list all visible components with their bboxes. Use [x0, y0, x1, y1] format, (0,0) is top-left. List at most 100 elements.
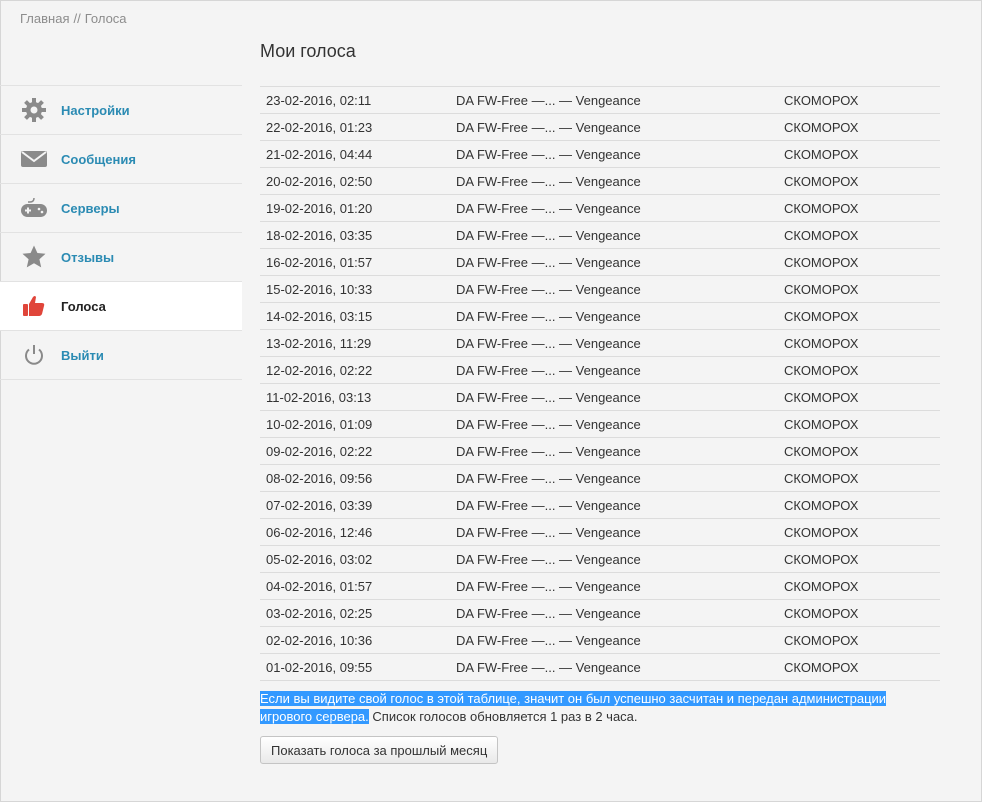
- table-row: 07-02-2016, 03:39 DA FW-Free —... — Venge…: [260, 491, 940, 519]
- vote-server: DA FW-Free —... — Vengeance: [450, 221, 778, 249]
- votes-table: 23-02-2016, 02:11 DA FW-Free —... — Venge…: [260, 86, 940, 681]
- info-note: Если вы видите свой голос в этой таблице…: [260, 690, 920, 726]
- vote-date: 15-02-2016, 10:33: [260, 275, 450, 303]
- show-previous-month-button[interactable]: Показать голоса за прошлый месяц: [260, 736, 499, 764]
- sidebar-item-label: Отзывы: [61, 249, 115, 265]
- vote-user: СКОМОРОХ: [778, 491, 940, 519]
- vote-date: 06-02-2016, 12:46: [260, 518, 450, 546]
- table-row: 09-02-2016, 02:22 DA FW-Free —... — Venge…: [260, 437, 940, 465]
- vote-user: СКОМОРОХ: [778, 464, 940, 492]
- vote-server: DA FW-Free —... — Vengeance: [450, 356, 778, 384]
- sidebar-item-settings[interactable]: Настройки: [0, 86, 242, 135]
- table-row: 01-02-2016, 09:55 DA FW-Free —... — Venge…: [260, 653, 940, 681]
- sidebar-item-label: Серверы: [61, 200, 120, 216]
- vote-user: СКОМОРОХ: [778, 410, 940, 438]
- table-row: 23-02-2016, 02:11 DA FW-Free —... — Venge…: [260, 86, 940, 114]
- vote-server: DA FW-Free —... — Vengeance: [450, 491, 778, 519]
- breadcrumb: Главная //Голоса: [20, 11, 127, 26]
- vote-user: СКОМОРОХ: [778, 599, 940, 627]
- vote-user: СКОМОРОХ: [778, 167, 940, 195]
- vote-user: СКОМОРОХ: [778, 518, 940, 546]
- vote-user: СКОМОРОХ: [778, 356, 940, 384]
- gamepad-icon: [20, 194, 48, 222]
- sidebar-item-messages[interactable]: Сообщения: [0, 135, 242, 184]
- vote-server: DA FW-Free —... — Vengeance: [450, 599, 778, 627]
- table-row: 19-02-2016, 01:20 DA FW-Free —... — Venge…: [260, 194, 940, 222]
- table-row: 06-02-2016, 12:46 DA FW-Free —... — Venge…: [260, 518, 940, 546]
- breadcrumb-home[interactable]: Главная: [20, 11, 69, 26]
- vote-date: 23-02-2016, 02:11: [260, 86, 450, 114]
- table-row: 04-02-2016, 01:57 DA FW-Free —... — Venge…: [260, 572, 940, 600]
- vote-user: СКОМОРОХ: [778, 653, 940, 681]
- table-row: 14-02-2016, 03:15 DA FW-Free —... — Venge…: [260, 302, 940, 330]
- vote-server: DA FW-Free —... — Vengeance: [450, 329, 778, 357]
- vote-date: 22-02-2016, 01:23: [260, 113, 450, 141]
- vote-date: 04-02-2016, 01:57: [260, 572, 450, 600]
- vote-user: СКОМОРОХ: [778, 140, 940, 168]
- vote-server: DA FW-Free —... — Vengeance: [450, 464, 778, 492]
- power-icon: [20, 341, 48, 369]
- vote-server: DA FW-Free —... — Vengeance: [450, 383, 778, 411]
- vote-date: 18-02-2016, 03:35: [260, 221, 450, 249]
- vote-date: 20-02-2016, 02:50: [260, 167, 450, 195]
- sidebar: Настройки Сообщения Серверы Отзывы Голос…: [0, 85, 242, 380]
- sidebar-item-reviews[interactable]: Отзывы: [0, 233, 242, 282]
- star-icon: [20, 243, 48, 271]
- vote-server: DA FW-Free —... — Vengeance: [450, 140, 778, 168]
- thumbs-up-icon: [20, 292, 48, 320]
- table-row: 05-02-2016, 03:02 DA FW-Free —... — Venge…: [260, 545, 940, 573]
- sidebar-item-label: Выйти: [61, 347, 104, 363]
- sidebar-item-label: Настройки: [61, 102, 130, 118]
- vote-user: СКОМОРОХ: [778, 86, 940, 114]
- vote-date: 13-02-2016, 11:29: [260, 329, 450, 357]
- vote-user: СКОМОРОХ: [778, 302, 940, 330]
- vote-user: СКОМОРОХ: [778, 626, 940, 654]
- vote-user: СКОМОРОХ: [778, 572, 940, 600]
- vote-date: 14-02-2016, 03:15: [260, 302, 450, 330]
- vote-user: СКОМОРОХ: [778, 437, 940, 465]
- vote-server: DA FW-Free —... — Vengeance: [450, 194, 778, 222]
- vote-server: DA FW-Free —... — Vengeance: [450, 437, 778, 465]
- vote-server: DA FW-Free —... — Vengeance: [450, 86, 778, 114]
- sidebar-item-logout[interactable]: Выйти: [0, 331, 242, 380]
- vote-date: 08-02-2016, 09:56: [260, 464, 450, 492]
- vote-date: 12-02-2016, 02:22: [260, 356, 450, 384]
- table-row: 15-02-2016, 10:33 DA FW-Free —... — Venge…: [260, 275, 940, 303]
- sidebar-item-servers[interactable]: Серверы: [0, 184, 242, 233]
- vote-date: 07-02-2016, 03:39: [260, 491, 450, 519]
- vote-server: DA FW-Free —... — Vengeance: [450, 518, 778, 546]
- table-row: 20-02-2016, 02:50 DA FW-Free —... — Venge…: [260, 167, 940, 195]
- vote-date: 21-02-2016, 04:44: [260, 140, 450, 168]
- sidebar-item-votes[interactable]: Голоса: [0, 282, 242, 331]
- vote-server: DA FW-Free —... — Vengeance: [450, 545, 778, 573]
- page-title: Мои голоса: [260, 41, 356, 61]
- vote-server: DA FW-Free —... — Vengeance: [450, 626, 778, 654]
- table-row: 21-02-2016, 04:44 DA FW-Free —... — Venge…: [260, 140, 940, 168]
- vote-server: DA FW-Free —... — Vengeance: [450, 410, 778, 438]
- vote-date: 19-02-2016, 01:20: [260, 194, 450, 222]
- table-row: 18-02-2016, 03:35 DA FW-Free —... — Venge…: [260, 221, 940, 249]
- vote-user: СКОМОРОХ: [778, 329, 940, 357]
- vote-server: DA FW-Free —... — Vengeance: [450, 275, 778, 303]
- vote-server: DA FW-Free —... — Vengeance: [450, 653, 778, 681]
- sidebar-item-label: Сообщения: [61, 151, 136, 167]
- vote-server: DA FW-Free —... — Vengeance: [450, 572, 778, 600]
- vote-server: DA FW-Free —... — Vengeance: [450, 248, 778, 276]
- vote-user: СКОМОРОХ: [778, 383, 940, 411]
- table-row: 22-02-2016, 01:23 DA FW-Free —... — Venge…: [260, 113, 940, 141]
- vote-server: DA FW-Free —... — Vengeance: [450, 167, 778, 195]
- vote-date: 10-02-2016, 01:09: [260, 410, 450, 438]
- vote-date: 01-02-2016, 09:55: [260, 653, 450, 681]
- table-row: 13-02-2016, 11:29 DA FW-Free —... — Venge…: [260, 329, 940, 357]
- vote-date: 09-02-2016, 02:22: [260, 437, 450, 465]
- table-row: 12-02-2016, 02:22 DA FW-Free —... — Venge…: [260, 356, 940, 384]
- table-row: 02-02-2016, 10:36 DA FW-Free —... — Venge…: [260, 626, 940, 654]
- vote-date: 11-02-2016, 03:13: [260, 383, 450, 411]
- table-row: 08-02-2016, 09:56 DA FW-Free —... — Venge…: [260, 464, 940, 492]
- vote-date: 02-02-2016, 10:36: [260, 626, 450, 654]
- breadcrumb-current: Голоса: [84, 11, 127, 26]
- vote-user: СКОМОРОХ: [778, 275, 940, 303]
- vote-user: СКОМОРОХ: [778, 221, 940, 249]
- table-row: 16-02-2016, 01:57 DA FW-Free —... — Venge…: [260, 248, 940, 276]
- vote-user: СКОМОРОХ: [778, 194, 940, 222]
